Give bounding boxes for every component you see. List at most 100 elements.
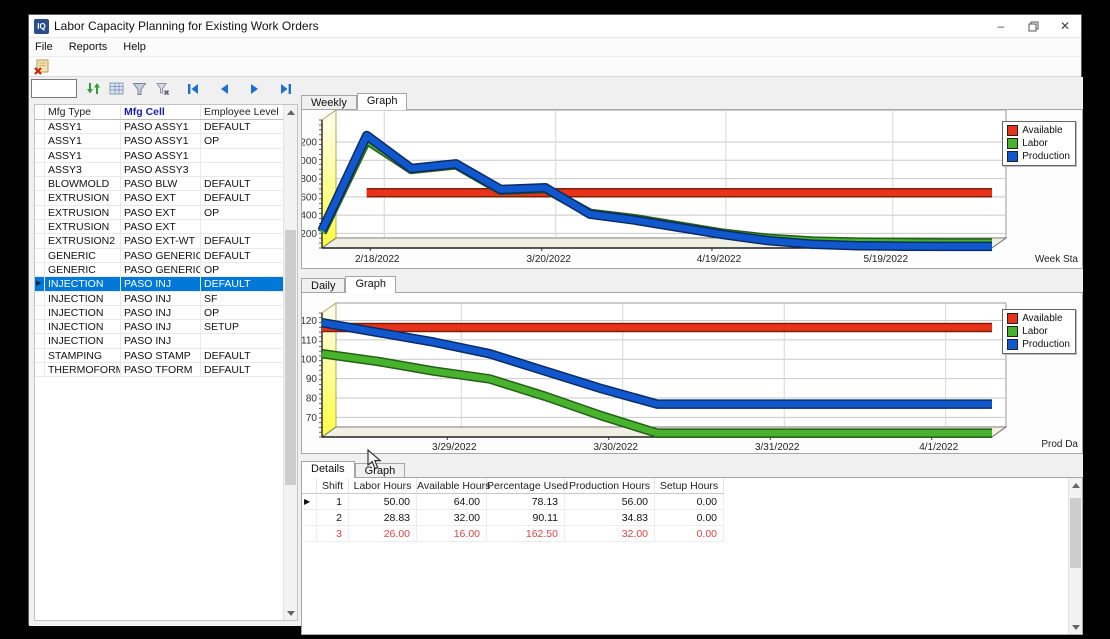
table-row[interactable]: ASSY1PASO ASSY1DEFAULT <box>35 120 297 134</box>
table-row[interactable]: INJECTIONPASO INJSETUP <box>35 320 297 334</box>
grid-view-button[interactable] <box>106 80 126 97</box>
table-cell: PASO BLW <box>121 177 201 191</box>
column-header-mfg-cell[interactable]: Mfg Cell <box>121 105 201 119</box>
scroll-thumb[interactable] <box>285 230 296 485</box>
svg-text:120: 120 <box>302 316 317 327</box>
table-cell: EXTRUSION <box>45 191 121 205</box>
scroll-up-icon[interactable] <box>284 105 297 119</box>
weekly-chart: 2004006008001,0001,2002/18/20223/20/2022… <box>302 110 1082 268</box>
nav-prev-button[interactable] <box>214 80 234 97</box>
table-cell: DEFAULT <box>201 191 285 205</box>
table-cell: PASO STAMP <box>121 349 201 363</box>
left-table-scrollbar[interactable] <box>283 105 297 620</box>
table-cell: OP <box>201 263 285 277</box>
table-cell: ASSY3 <box>45 163 121 177</box>
svg-text:3/30/2022: 3/30/2022 <box>594 442 639 453</box>
details-scrollbar[interactable] <box>1068 478 1082 634</box>
column-header-employee-level[interactable]: Employee Level <box>201 105 285 119</box>
nav-next-button[interactable] <box>245 80 265 97</box>
scroll-down-icon[interactable] <box>1069 620 1082 634</box>
table-cell <box>201 163 285 177</box>
table-cell: INJECTION <box>45 334 121 348</box>
table-row[interactable]: INJECTIONPASO INJSF <box>35 292 297 306</box>
filter-clear-button[interactable] <box>152 80 172 97</box>
table-row[interactable]: ▶INJECTIONPASO INJDEFAULT <box>35 277 297 291</box>
close-button[interactable]: ✕ <box>1049 15 1081 37</box>
table-row[interactable]: THERMOFORMPASO TFORMDEFAULT <box>35 363 297 377</box>
main-content: Mfg Type Mfg Cell Employee Level ASSY1PA… <box>29 77 1083 626</box>
legend-item: Labor <box>1007 138 1070 149</box>
table-row[interactable]: ASSY3PASO ASSY3 <box>35 163 297 177</box>
nav-last-button[interactable] <box>276 80 296 97</box>
table-row[interactable]: EXTRUSIONPASO EXT <box>35 220 297 234</box>
nav-next-icon <box>249 83 261 95</box>
shift-row[interactable]: 326.0016.00162.5032.000.00 <box>302 526 724 542</box>
table-row[interactable]: STAMPINGPASO STAMPDEFAULT <box>35 349 297 363</box>
table-row[interactable]: ASSY1PASO ASSY1OP <box>35 134 297 148</box>
shift-cell: 78.13 <box>487 494 565 510</box>
shift-row[interactable]: ▶150.0064.0078.1356.000.00 <box>302 494 724 510</box>
table-row[interactable]: EXTRUSION2PASO EXT-WTDEFAULT <box>35 234 297 248</box>
restore-button[interactable] <box>1017 15 1049 37</box>
daily-legend: AvailableLaborProduction <box>1002 309 1076 354</box>
filter-toolbar <box>83 80 296 97</box>
exit-form-button[interactable] <box>32 58 52 76</box>
legend-label: Available <box>1022 125 1062 136</box>
legend-item: Available <box>1007 125 1070 136</box>
table-row[interactable]: EXTRUSIONPASO EXTDEFAULT <box>35 191 297 205</box>
tab-details[interactable]: Details <box>301 461 355 478</box>
table-cell: DEFAULT <box>201 277 285 291</box>
scroll-thumb[interactable] <box>1070 498 1081 568</box>
table-row[interactable]: INJECTIONPASO INJOP <box>35 306 297 320</box>
scroll-up-icon[interactable] <box>1069 478 1082 492</box>
column-header-percentage-used[interactable]: Percentage Used <box>487 478 565 494</box>
filter-button[interactable] <box>129 80 149 97</box>
tab-daily[interactable]: Daily <box>301 278 345 293</box>
minimize-button[interactable]: – <box>985 15 1017 37</box>
column-header-mfg-type[interactable]: Mfg Type <box>45 105 121 119</box>
table-row[interactable]: EXTRUSIONPASO EXTOP <box>35 206 297 220</box>
svg-text:600: 600 <box>302 192 317 203</box>
nav-first-button[interactable] <box>183 80 203 97</box>
scroll-down-icon[interactable] <box>284 606 297 620</box>
legend-item: Labor <box>1007 326 1070 337</box>
row-marker <box>35 263 45 277</box>
sort-button[interactable] <box>83 80 103 97</box>
legend-item: Available <box>1007 313 1070 324</box>
menu-help[interactable]: Help <box>123 41 146 53</box>
shift-row[interactable]: 228.8332.0090.1134.830.00 <box>302 510 724 526</box>
tab-weekly[interactable]: Weekly <box>301 95 357 110</box>
table-cell: PASO ASSY1 <box>121 149 201 163</box>
column-header-shift[interactable]: Shift <box>317 478 349 494</box>
svg-text:3/31/2022: 3/31/2022 <box>755 442 800 453</box>
table-row[interactable]: INJECTIONPASO INJ <box>35 334 297 348</box>
search-input[interactable] <box>31 79 77 98</box>
table-cell: PASO EXT <box>121 191 201 205</box>
table-cell <box>201 334 285 348</box>
table-row[interactable]: ASSY1PASO ASSY1 <box>35 149 297 163</box>
table-cell: DEFAULT <box>201 363 285 377</box>
table-row[interactable]: GENERICPASO GENERICOP <box>35 263 297 277</box>
table-row[interactable]: GENERICPASO GENERICDEFAULT <box>35 249 297 263</box>
column-header-setup-hours[interactable]: Setup Hours <box>655 478 724 494</box>
table-cell <box>201 220 285 234</box>
shift-cell: 56.00 <box>565 494 655 510</box>
daily-tabstrip: Daily Graph <box>301 276 1083 293</box>
column-header-labor-hours[interactable]: Labor Hours <box>349 478 417 494</box>
table-cell: INJECTION <box>45 292 121 306</box>
tab-weekly-graph[interactable]: Graph <box>357 93 408 110</box>
row-marker <box>302 526 317 542</box>
row-marker <box>35 306 45 320</box>
column-header-production-hours[interactable]: Production Hours <box>565 478 655 494</box>
tab-daily-graph[interactable]: Graph <box>345 276 396 293</box>
menu-file[interactable]: File <box>35 41 53 53</box>
row-marker <box>35 177 45 191</box>
table-cell: PASO INJ <box>121 292 201 306</box>
menu-reports[interactable]: Reports <box>69 41 108 53</box>
column-header-available-hours[interactable]: Available Hours <box>417 478 487 494</box>
row-marker <box>35 334 45 348</box>
table-cell: PASO EXT <box>121 220 201 234</box>
weekly-chart-area: 2004006008001,0001,2002/18/20223/20/2022… <box>301 109 1083 269</box>
table-cell: DEFAULT <box>201 349 285 363</box>
table-row[interactable]: BLOWMOLDPASO BLWDEFAULT <box>35 177 297 191</box>
